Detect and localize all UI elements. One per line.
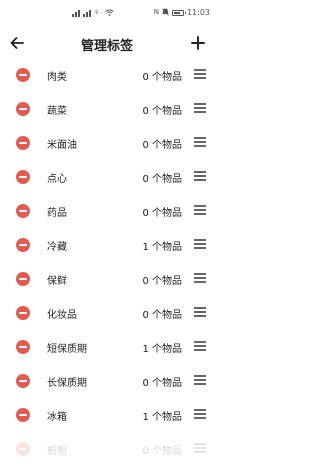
drag-handle-icon[interactable]: [194, 341, 206, 352]
remove-circle-icon[interactable]: [16, 340, 30, 354]
remove-circle-icon[interactable]: [16, 272, 30, 286]
status-bar: 令 ⋅ N 11:03: [0, 0, 214, 24]
carrier-label: 令 ⋅: [94, 9, 103, 16]
remove-circle-icon[interactable]: [16, 102, 30, 116]
tag-row[interactable]: 保鲜 0 个物品: [0, 262, 214, 296]
status-left: 令 ⋅: [72, 8, 114, 18]
tag-name: 短保质期: [47, 344, 87, 355]
nfc-icon: N: [153, 8, 159, 16]
tag-row[interactable]: 米面油 0 个物品: [0, 126, 214, 160]
drag-handle-icon[interactable]: [194, 103, 206, 114]
remove-circle-icon[interactable]: [16, 238, 30, 252]
tag-name: 肉类: [47, 72, 67, 83]
wifi-icon: [105, 9, 114, 18]
drag-handle-icon[interactable]: [194, 409, 206, 420]
top-app-bar: 管理标签: [0, 28, 214, 58]
tag-item-count: 0 个物品: [142, 174, 182, 185]
remove-circle-icon[interactable]: [16, 170, 30, 184]
drag-handle-icon[interactable]: [194, 69, 206, 80]
tag-name: 化妆品: [47, 310, 77, 321]
tag-name: 长保质期: [47, 378, 87, 389]
remove-circle-icon[interactable]: [16, 204, 30, 218]
tag-row[interactable]: 药品 0 个物品: [0, 194, 214, 228]
tag-name: 米面油: [47, 140, 77, 151]
tag-name: 药品: [47, 208, 67, 219]
tag-item-count: 0 个物品: [142, 106, 182, 117]
status-right: N 11:03: [154, 7, 210, 18]
navigation-bar: [0, 442, 214, 472]
drag-handle-icon[interactable]: [194, 273, 206, 284]
remove-circle-icon[interactable]: [16, 68, 30, 82]
signal-icon: [72, 9, 80, 17]
tag-item-count: 1 个物品: [142, 412, 182, 423]
tag-row[interactable]: 长保质期 0 个物品: [0, 364, 214, 398]
plus-icon[interactable]: [189, 34, 207, 52]
drag-handle-icon[interactable]: [194, 171, 206, 182]
status-time: 11:03: [186, 8, 210, 17]
tag-item-count: 0 个物品: [142, 276, 182, 287]
tag-item-count: 0 个物品: [142, 208, 182, 219]
tag-row[interactable]: 化妆品 0 个物品: [0, 296, 214, 330]
drag-handle-icon[interactable]: [194, 239, 206, 250]
tag-name: 保鲜: [47, 276, 67, 287]
signal-icon: [83, 9, 91, 17]
tag-row[interactable]: 冰箱 1 个物品: [0, 398, 214, 432]
tag-row[interactable]: 肉类 0 个物品: [0, 58, 214, 92]
drag-handle-icon[interactable]: [194, 375, 206, 386]
drag-handle-icon[interactable]: [194, 307, 206, 318]
remove-circle-icon[interactable]: [16, 306, 30, 320]
tag-list: 肉类 0 个物品 蔬菜 0 个物品 米面油 0 个物品 点心 0 个物品 药品 0 个物品 冷藏 1 …: [0, 58, 214, 466]
tag-row[interactable]: 蔬菜 0 个物品: [0, 92, 214, 126]
drag-handle-icon[interactable]: [194, 205, 206, 216]
tag-name: 冰箱: [47, 412, 67, 423]
tag-row[interactable]: 冷藏 1 个物品: [0, 228, 214, 262]
tag-item-count: 0 个物品: [142, 140, 182, 151]
tag-row[interactable]: 点心 0 个物品: [0, 160, 214, 194]
tag-item-count: 1 个物品: [142, 344, 182, 355]
tag-name: 冷藏: [47, 242, 67, 253]
tag-name: 点心: [47, 174, 67, 185]
remove-circle-icon[interactable]: [16, 136, 30, 150]
page-title: 管理标签: [80, 39, 133, 54]
tag-item-count: 1 个物品: [142, 242, 182, 253]
silent-icon: [162, 7, 169, 18]
drag-handle-icon[interactable]: [194, 137, 206, 148]
tag-item-count: 0 个物品: [142, 72, 182, 83]
tag-item-count: 0 个物品: [142, 310, 182, 321]
remove-circle-icon[interactable]: [16, 408, 30, 422]
tag-name: 蔬菜: [47, 106, 67, 117]
battery-icon: [171, 9, 186, 16]
remove-circle-icon[interactable]: [16, 374, 30, 388]
tag-item-count: 0 个物品: [142, 378, 182, 389]
tag-row[interactable]: 短保质期 1 个物品: [0, 330, 214, 364]
